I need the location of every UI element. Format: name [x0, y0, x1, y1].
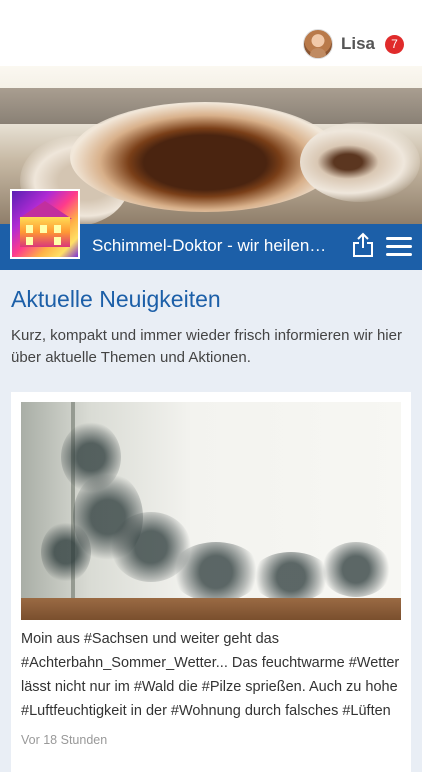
news-timestamp: Vor 18 Stunden [21, 733, 108, 747]
hamburger-menu-icon[interactable] [386, 237, 412, 257]
username[interactable]: Lisa [341, 34, 375, 54]
page-title: Aktuelle Neuigkeiten [11, 286, 221, 312]
site-title[interactable]: Schimmel-Doktor - wir heilen… [92, 236, 326, 256]
main-content: Aktuelle Neuigkeiten Kurz, kompakt und i… [0, 270, 422, 772]
site-logo-thermal-house [10, 189, 80, 259]
share-icon[interactable] [352, 232, 374, 258]
top-bar: Lisa 7 [0, 0, 422, 66]
user-profile[interactable]: Lisa 7 [302, 28, 404, 60]
intro-text: Kurz, kompakt und immer wieder frisch in… [11, 327, 402, 366]
news-image-mold-wall[interactable] [21, 402, 401, 620]
notification-badge[interactable]: 7 [385, 34, 404, 54]
news-text: Moin aus #Sachsen und weiter geht das #A… [21, 631, 400, 719]
avatar[interactable] [302, 29, 333, 59]
news-card[interactable]: Moin aus #Sachsen und weiter geht das #A… [11, 392, 411, 772]
